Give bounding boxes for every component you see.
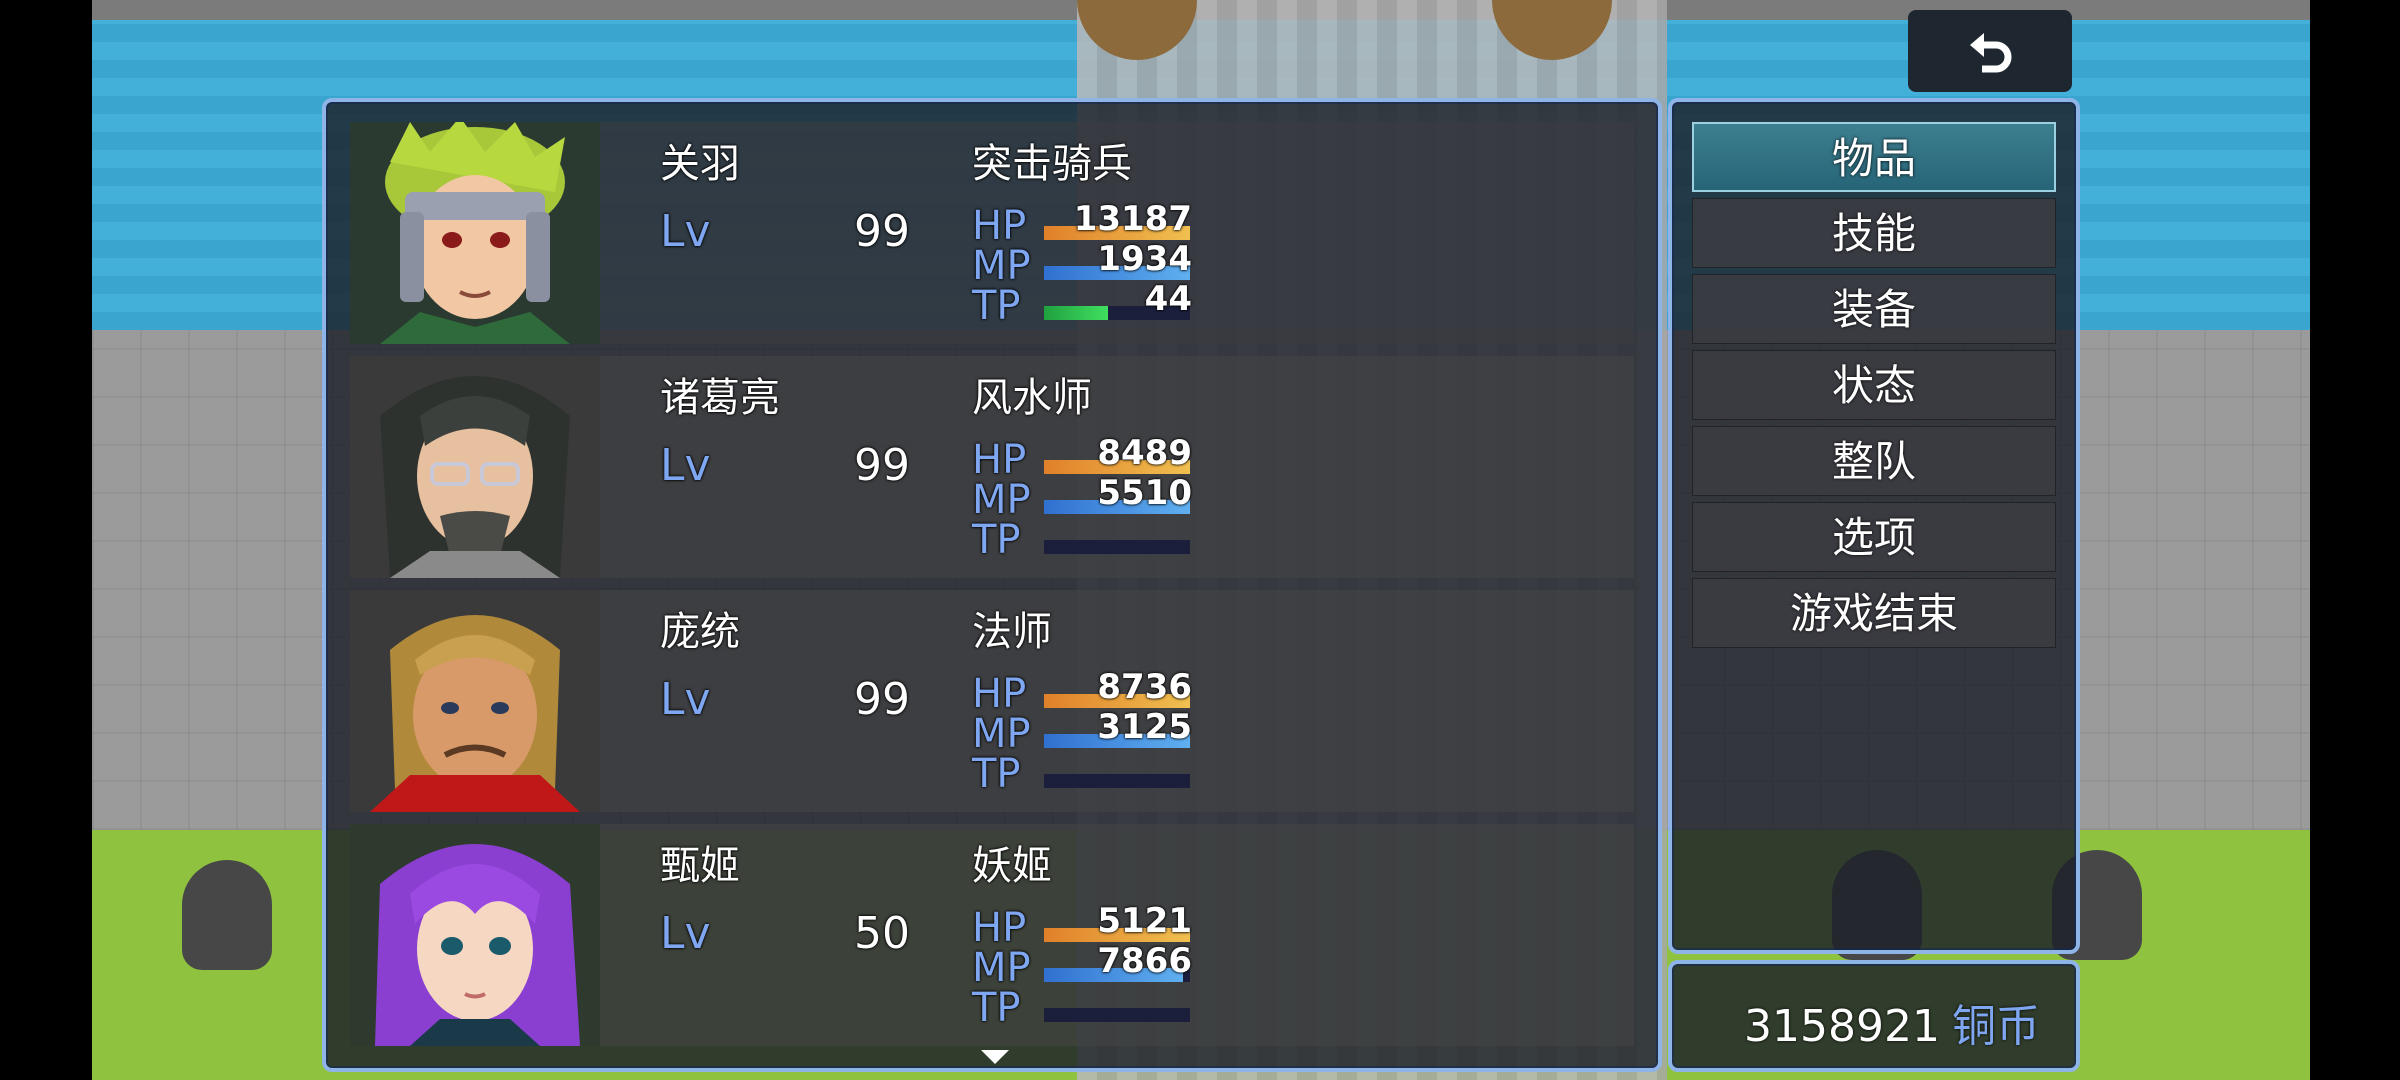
menu-item-items[interactable]: 物品 <box>1692 122 2056 192</box>
tp-label: TP <box>972 751 1021 797</box>
mp-label: MP <box>972 477 1031 523</box>
hp-label: HP <box>972 203 1027 249</box>
menu-item-formation[interactable]: 整队 <box>1692 426 2056 496</box>
menu-item-equip[interactable]: 装备 <box>1692 274 2056 344</box>
mp-gauge: MP 5510 <box>972 476 1192 523</box>
hp-label: HP <box>972 905 1027 951</box>
level-value: 50 <box>854 908 910 959</box>
mp-label: MP <box>972 711 1031 757</box>
level-label: Lv <box>660 206 711 257</box>
actor-row[interactable]: 甄姬 妖姬 Lv 50 HP 5121 MP 7866 TP <box>350 824 1634 1046</box>
mp-value: 3125 <box>1097 707 1192 747</box>
actor-face <box>350 824 600 1046</box>
mp-value: 1934 <box>1097 239 1192 279</box>
scroll-down-arrow-icon[interactable] <box>981 1050 1009 1064</box>
menu-item-skills[interactable]: 技能 <box>1692 198 2056 268</box>
actor-row[interactable]: 关羽 突击骑兵 Lv 99 HP 13187 MP 1934 TP 44 <box>350 122 1634 344</box>
tp-fill <box>1044 306 1109 320</box>
tp-label: TP <box>972 517 1021 563</box>
tp-value: 44 <box>1144 279 1192 319</box>
gold-unit: 铜币 <box>1952 1001 2040 1052</box>
mp-gauge: MP 7866 <box>972 944 1192 991</box>
mp-label: MP <box>972 243 1031 289</box>
hp-value: 5121 <box>1097 901 1192 941</box>
actor-face <box>350 122 600 344</box>
menu-item-options[interactable]: 选项 <box>1692 502 2056 572</box>
hp-value: 13187 <box>1073 199 1192 239</box>
gold-display: 3158921 铜币 <box>1744 990 2040 1054</box>
actor-class: 突击骑兵 <box>972 141 1132 187</box>
actor-face <box>350 590 600 812</box>
actor-name: 庞统 <box>660 609 740 655</box>
gold-amount: 3158921 <box>1744 1001 1940 1052</box>
actor-row[interactable]: 庞统 法师 Lv 99 HP 8736 MP 3125 TP <box>350 590 1634 812</box>
hp-value: 8736 <box>1097 667 1192 707</box>
tp-label: TP <box>972 283 1021 329</box>
tp-gauge: TP 44 <box>972 282 1192 329</box>
actor-face <box>350 356 600 578</box>
command-window: 物品 技能 装备 状态 整队 选项 游戏结束 <box>1668 98 2080 954</box>
level-label: Lv <box>660 440 711 491</box>
mp-value: 5510 <box>1097 473 1192 513</box>
actor-class: 妖姬 <box>972 843 1052 889</box>
status-window: 关羽 突击骑兵 Lv 99 HP 13187 MP 1934 TP 44 诸葛亮… <box>322 98 1662 1072</box>
mp-label: MP <box>972 945 1031 991</box>
map-barrel <box>182 860 272 970</box>
back-button[interactable] <box>1908 10 2072 92</box>
actor-name: 甄姬 <box>660 843 740 889</box>
hp-label: HP <box>972 671 1027 717</box>
actor-class: 法师 <box>972 609 1052 655</box>
mp-gauge: MP 3125 <box>972 710 1192 757</box>
tp-label: TP <box>972 985 1021 1031</box>
actor-class: 风水师 <box>972 375 1092 421</box>
tp-gauge: TP <box>972 754 1192 794</box>
tp-gauge: TP <box>972 520 1192 560</box>
level-value: 99 <box>854 206 910 257</box>
gold-window: 3158921 铜币 <box>1668 960 2080 1072</box>
mp-value: 7866 <box>1097 941 1192 981</box>
level-label: Lv <box>660 674 711 725</box>
actor-row[interactable]: 诸葛亮 风水师 Lv 99 HP 8489 MP 5510 TP <box>350 356 1634 578</box>
actor-name: 诸葛亮 <box>660 375 780 421</box>
menu-item-status[interactable]: 状态 <box>1692 350 2056 420</box>
hp-label: HP <box>972 437 1027 483</box>
level-value: 99 <box>854 440 910 491</box>
actor-name: 关羽 <box>660 141 740 187</box>
menu-item-game-end[interactable]: 游戏结束 <box>1692 578 2056 648</box>
level-label: Lv <box>660 908 711 959</box>
hp-value: 8489 <box>1097 433 1192 473</box>
tp-gauge: TP <box>972 988 1192 1028</box>
back-arrow-icon <box>1970 33 2012 73</box>
level-value: 99 <box>854 674 910 725</box>
